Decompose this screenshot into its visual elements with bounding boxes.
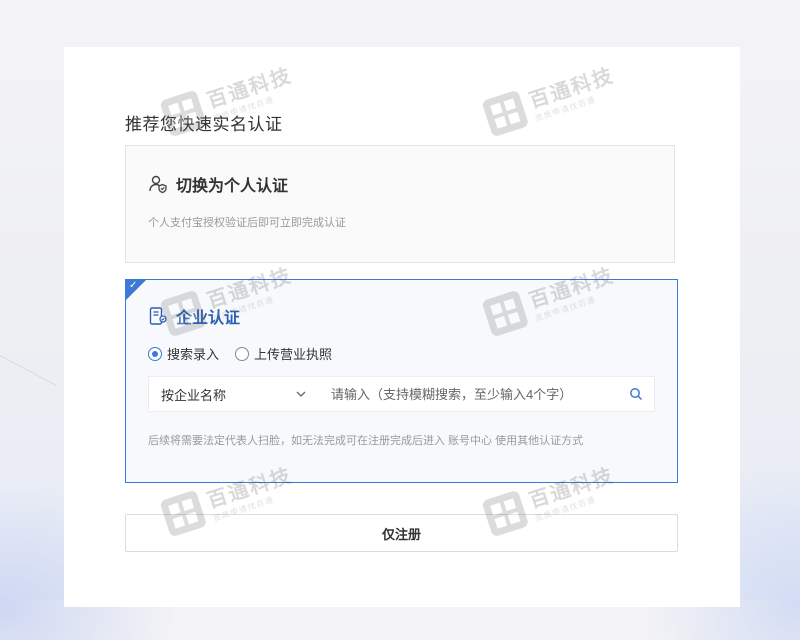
chevron-down-icon [296,391,306,397]
verification-card: 推荐您快速实名认证 切换为个人认证 个人支付宝授权验证后即可立即完成认证 ✓ 企… [64,47,740,607]
search-type-dropdown[interactable]: 按企业名称 [149,377,319,411]
radio-upload-license-label: 上传营业执照 [254,347,333,362]
radio-upload-license[interactable]: 上传营业执照 [235,344,332,363]
personal-option-header: 切换为个人认证 [148,172,288,196]
enterprise-search-input[interactable] [319,377,618,411]
enterprise-verification-option[interactable]: ✓ 企业认证 搜索录入 上传营业执照 按企业名称 请输入（支持模糊搜索，至少输入… [125,279,678,483]
background-line [0,355,57,386]
search-button[interactable] [618,377,654,411]
personal-option-description: 个人支付宝授权验证后即可立即完成认证 [148,217,346,229]
enterprise-option-title: 企业认证 [176,310,241,327]
input-method-radio-group: 搜索录入 上传营业执照 [148,344,348,363]
check-icon: ✓ [129,280,138,291]
radio-search-input[interactable]: 搜索录入 [148,344,219,363]
enterprise-search-bar: 按企业名称 [148,376,655,412]
radio-checked-indicator[interactable] [148,346,162,361]
register-only-button[interactable]: 仅注册 [125,514,678,552]
personal-verification-option[interactable]: 切换为个人认证 个人支付宝授权验证后即可立即完成认证 [125,145,675,263]
enterprise-option-header: 企业认证 [148,304,240,328]
radio-unchecked-indicator[interactable] [235,346,250,361]
personal-option-title: 切换为个人认证 [176,178,289,195]
section-title: 推荐您快速实名认证 [125,115,283,134]
radio-search-input-label: 搜索录入 [167,347,220,362]
enterprise-note: 后续将需要法定代表人扫脸，如无法完成可在注册完成后进入 账号中心 使用其他认证方… [148,435,584,447]
search-icon [630,388,643,401]
enterprise-id-icon [149,307,167,325]
search-type-selected: 按企业名称 [161,387,227,403]
person-shield-icon [149,175,167,194]
